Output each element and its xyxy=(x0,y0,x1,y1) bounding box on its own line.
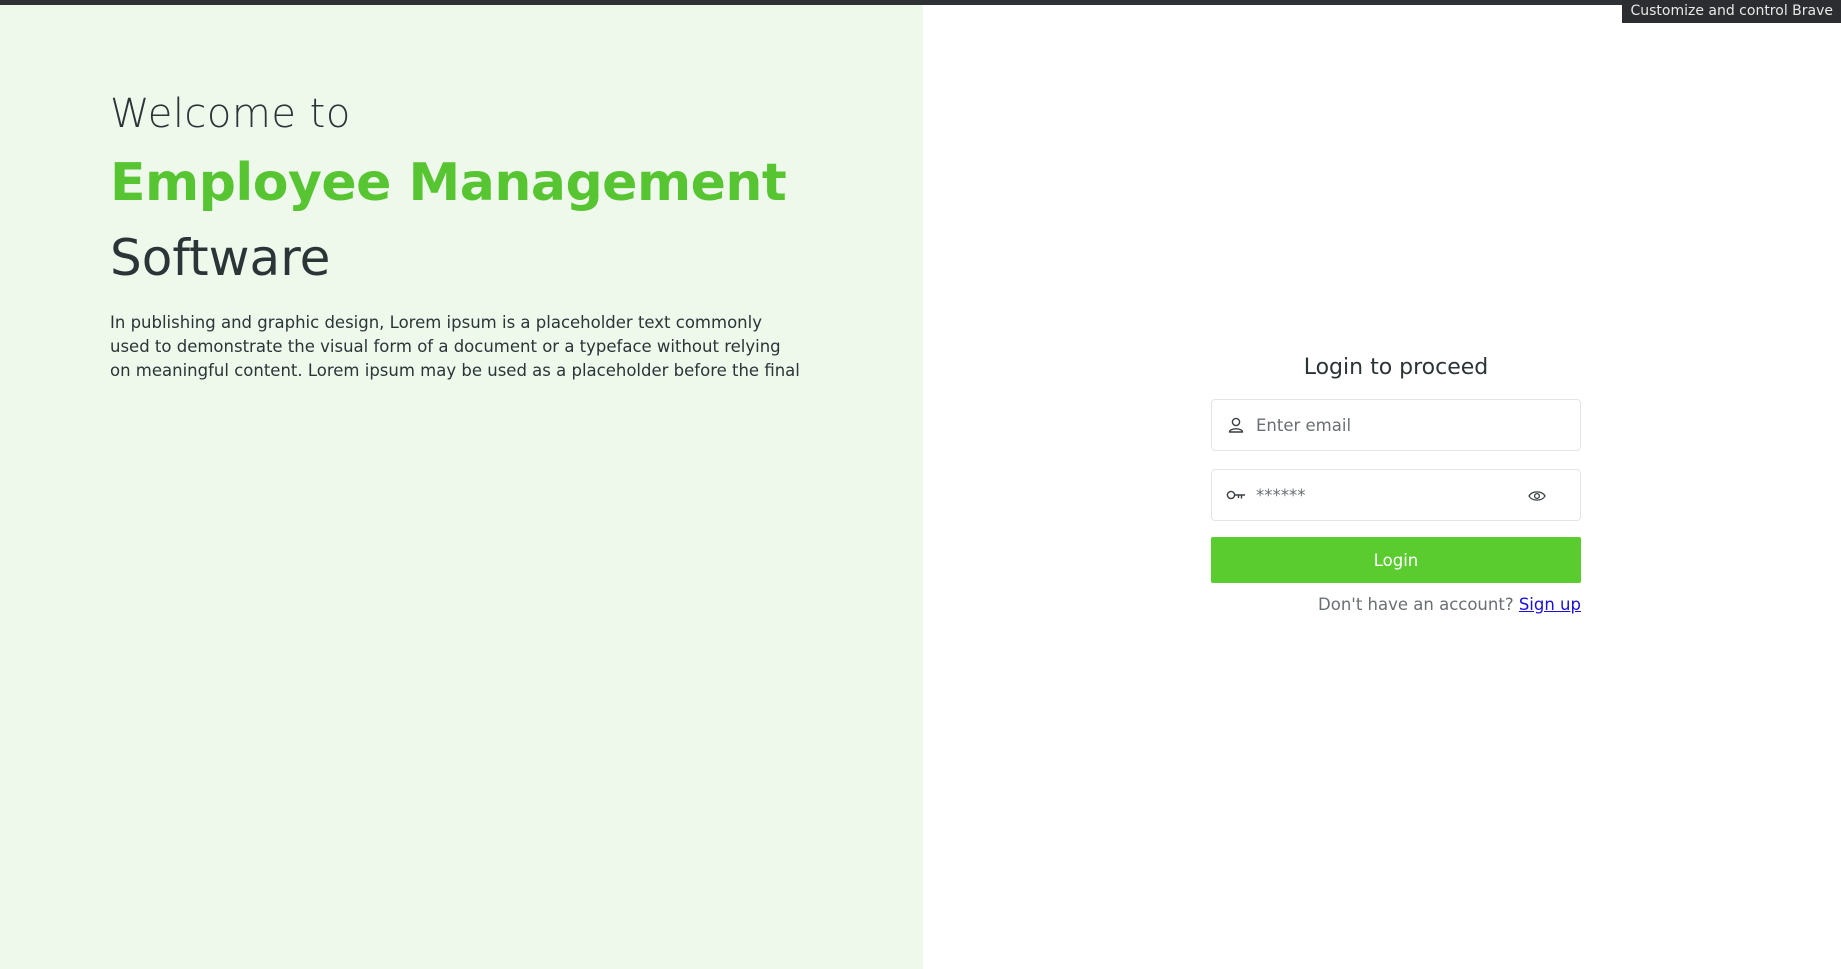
brand-subtitle: Software xyxy=(110,229,331,287)
brand-heading: Employee Management xyxy=(110,153,787,213)
signup-prompt: Don't have an account? xyxy=(1318,595,1514,614)
login-title: Login to proceed xyxy=(1303,355,1489,380)
eye-icon[interactable] xyxy=(1528,488,1546,507)
welcome-heading: Welcome to xyxy=(110,91,351,137)
login-form: Login to proceed Enter email ****** Logi… xyxy=(1211,355,1581,614)
hero-description: In publishing and graphic design, Lorem … xyxy=(110,313,800,380)
email-input[interactable] xyxy=(1256,415,1526,435)
password-input[interactable] xyxy=(1256,485,1526,505)
password-field[interactable] xyxy=(1211,469,1581,521)
hero-panel: Welcome to Employee Management Software … xyxy=(0,5,923,969)
login-button[interactable]: Login xyxy=(1211,537,1581,583)
signup-row: Don't have an account? Sign up xyxy=(1211,595,1581,614)
browser-menu-tooltip: Customize and control Brave xyxy=(1622,0,1841,23)
signup-link[interactable]: Sign up xyxy=(1519,595,1581,614)
key-icon xyxy=(1212,488,1256,502)
email-field[interactable] xyxy=(1211,399,1581,451)
login-panel: Login to proceed Enter email ****** Logi… xyxy=(923,5,1841,969)
user-icon xyxy=(1212,416,1256,434)
